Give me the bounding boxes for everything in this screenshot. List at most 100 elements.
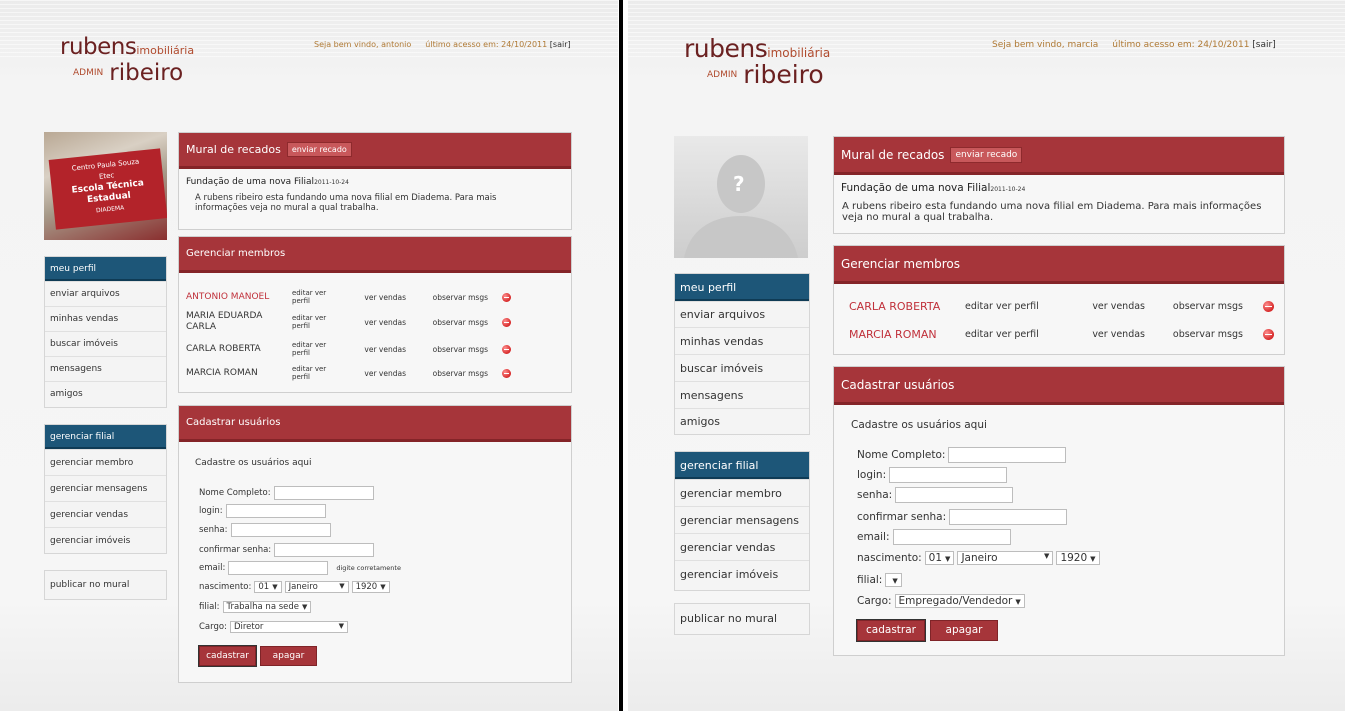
member-row: MARCIA ROMAN editar ver perfil ver venda…: [186, 365, 564, 381]
branch-select[interactable]: Trabalha na sede ▼: [222, 601, 312, 613]
nav-header-profile[interactable]: meu perfil: [675, 274, 809, 301]
nav-item-friends[interactable]: amigos: [45, 381, 166, 406]
password-input[interactable]: [230, 523, 331, 537]
birth-year-select[interactable]: 1920 ▼: [351, 581, 390, 593]
member-row: CARLA ROBERTA editar ver perfil ver vend…: [849, 300, 1279, 313]
view-sales-link[interactable]: ver vendas: [342, 369, 406, 378]
email-input[interactable]: [228, 561, 329, 575]
member-name[interactable]: CARLA ROBERTA: [849, 300, 965, 313]
remove-member-icon[interactable]: [502, 317, 511, 327]
role-select[interactable]: Empregado/Vendedor ▼: [894, 594, 1025, 608]
member-name[interactable]: MARCIA ROMAN: [849, 328, 965, 341]
nav-item-manage-properties[interactable]: gerenciar imóveis: [675, 560, 809, 587]
clear-button[interactable]: apagar: [260, 646, 317, 666]
observe-msgs-link[interactable]: observar msgs: [406, 293, 488, 302]
nav-item-upload-files[interactable]: enviar arquivos: [45, 281, 166, 306]
role-label: Cargo:: [199, 622, 227, 632]
remove-member-icon[interactable]: [502, 292, 511, 302]
password-input[interactable]: [895, 487, 1014, 503]
clear-button[interactable]: apagar: [930, 620, 998, 641]
nav-item-upload-files[interactable]: enviar arquivos: [675, 301, 809, 327]
nav-item-manage-messages[interactable]: gerenciar mensagens: [675, 506, 809, 533]
birth-month-select[interactable]: Janeiro ▼: [957, 551, 1054, 565]
nav-item-friends[interactable]: amigos: [675, 408, 809, 434]
welcome-text: Seja bem vindo, marcia: [992, 40, 1099, 50]
nav-item-my-sales[interactable]: minhas vendas: [675, 327, 809, 354]
nav-header-manage-branch[interactable]: gerenciar filial: [45, 425, 166, 449]
profile-photo: Centro Paula Souza Etec Escola Técnica E…: [44, 132, 167, 240]
full-name-input[interactable]: [948, 447, 1067, 463]
mural-nav: publicar no mural: [674, 603, 810, 635]
birth-day-select[interactable]: 01 ▼: [924, 551, 955, 565]
register-intro: Cadastre os usuários aqui: [851, 419, 987, 431]
nav-item-my-sales[interactable]: minhas vendas: [45, 306, 166, 331]
site-logo[interactable]: rubensimobiliária ADMIN ribeiro: [60, 36, 194, 85]
news-date: 2011-10-24: [314, 179, 349, 186]
nav-item-publish-mural[interactable]: publicar no mural: [675, 604, 809, 634]
member-name[interactable]: MARIA EDUARDA CARLA: [186, 311, 292, 333]
observe-msgs-link[interactable]: observar msgs: [406, 369, 488, 378]
nav-item-manage-properties[interactable]: gerenciar imóveis: [45, 527, 166, 553]
nav-item-messages[interactable]: mensagens: [45, 356, 166, 381]
edit-profile-link[interactable]: editar ver perfil: [292, 314, 342, 330]
logo-ribeiro: ribeiro: [743, 60, 824, 89]
nav-header-profile[interactable]: meu perfil: [45, 257, 166, 281]
remove-member-icon[interactable]: [502, 368, 511, 378]
edit-profile-link[interactable]: editar ver perfil: [292, 365, 342, 381]
login-label: login:: [857, 469, 887, 481]
send-message-button[interactable]: enviar recado: [950, 146, 1023, 163]
observe-msgs-link[interactable]: observar msgs: [1145, 329, 1243, 340]
edit-profile-link[interactable]: editar ver perfil: [965, 301, 1065, 312]
remove-member-icon[interactable]: [1263, 329, 1274, 340]
observe-msgs-link[interactable]: observar msgs: [406, 345, 488, 354]
site-logo[interactable]: rubensimobiliária ADMIN ribeiro: [684, 36, 830, 89]
profile-nav: meu perfil enviar arquivos minhas vendas…: [44, 256, 167, 408]
birth-month-select[interactable]: Janeiro ▼: [284, 581, 349, 593]
birth-day-select[interactable]: 01 ▼: [254, 581, 282, 593]
mural-nav: publicar no mural: [44, 570, 167, 600]
view-sales-link[interactable]: ver vendas: [342, 345, 406, 354]
nav-item-manage-messages[interactable]: gerenciar mensagens: [45, 475, 166, 501]
remove-member-icon[interactable]: [502, 344, 511, 354]
confirm-password-input[interactable]: [274, 543, 375, 557]
view-sales-link[interactable]: ver vendas: [1065, 329, 1145, 340]
view-sales-link[interactable]: ver vendas: [342, 318, 406, 327]
nav-item-search-properties[interactable]: buscar imóveis: [45, 331, 166, 356]
branch-select[interactable]: ▼: [885, 573, 902, 587]
confirm-password-input[interactable]: [949, 509, 1068, 525]
nav-item-messages[interactable]: mensagens: [675, 381, 809, 408]
submit-button[interactable]: cadastrar: [857, 620, 925, 641]
remove-member-icon[interactable]: [1263, 301, 1274, 312]
edit-profile-link[interactable]: editar ver perfil: [292, 289, 342, 305]
nav-header-manage-branch[interactable]: gerenciar filial: [675, 452, 809, 479]
view-sales-link[interactable]: ver vendas: [1065, 301, 1145, 312]
edit-profile-link[interactable]: editar ver perfil: [292, 341, 342, 357]
logout-link[interactable]: [sair]: [550, 40, 571, 49]
view-sales-link[interactable]: ver vendas: [342, 293, 406, 302]
nav-item-manage-sales[interactable]: gerenciar vendas: [45, 501, 166, 527]
member-name[interactable]: CARLA ROBERTA: [186, 344, 292, 354]
birth-year-select[interactable]: 1920 ▼: [1056, 551, 1100, 565]
branch-label: filial:: [857, 574, 883, 586]
login-input[interactable]: [889, 467, 1008, 483]
nav-item-manage-member[interactable]: gerenciar membro: [675, 479, 809, 506]
submit-button[interactable]: cadastrar: [199, 646, 256, 666]
nav-item-search-properties[interactable]: buscar imóveis: [675, 354, 809, 381]
login-input[interactable]: [225, 504, 326, 518]
role-select[interactable]: Diretor ▼: [229, 621, 348, 633]
observe-msgs-link[interactable]: observar msgs: [1145, 301, 1243, 312]
welcome-bar: Seja bem vindo, antonio último acesso em:…: [314, 40, 571, 49]
full-name-input[interactable]: [273, 486, 374, 500]
observe-msgs-link[interactable]: observar msgs: [406, 318, 488, 327]
nav-item-manage-sales[interactable]: gerenciar vendas: [675, 533, 809, 560]
email-input[interactable]: [892, 529, 1011, 545]
email-label: email:: [857, 531, 890, 543]
send-message-button[interactable]: enviar recado: [286, 142, 352, 157]
member-name[interactable]: ANTONIO MANOEL: [186, 292, 292, 302]
edit-profile-link[interactable]: editar ver perfil: [965, 329, 1065, 340]
logout-link[interactable]: [sair]: [1252, 40, 1275, 50]
member-name[interactable]: MARCIA ROMAN: [186, 368, 292, 378]
nav-item-manage-member[interactable]: gerenciar membro: [45, 449, 166, 475]
nav-item-publish-mural[interactable]: publicar no mural: [45, 571, 166, 599]
password-label: senha:: [199, 525, 228, 535]
